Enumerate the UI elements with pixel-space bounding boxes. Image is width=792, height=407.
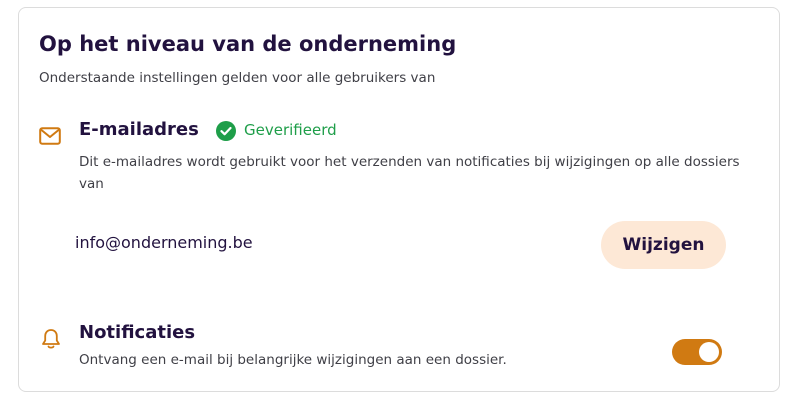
check-circle-icon (216, 121, 236, 141)
envelope-icon (39, 127, 61, 145)
email-description: Dit e-mailadres wordt gebruikt voor het … (79, 154, 740, 192)
section-title: Op het niveau van de onderneming (39, 32, 457, 56)
bell-icon (42, 329, 60, 349)
notifications-description: Ontvang een e-mail bij belangrijke wijzi… (79, 352, 507, 368)
company-settings-card: Op het niveau van de onderneming Onderst… (18, 7, 780, 392)
email-address-value: info@onderneming.be (75, 233, 253, 252)
change-email-button[interactable]: Wijzigen (601, 221, 726, 269)
toggle-knob (699, 342, 719, 362)
section-subtitle: Onderstaande instellingen gelden voor al… (39, 70, 436, 86)
email-title: E-mailadres (79, 119, 199, 140)
notifications-toggle[interactable] (672, 339, 722, 365)
notifications-title: Notificaties (79, 322, 196, 343)
verified-label: Geverifieerd (244, 121, 337, 139)
